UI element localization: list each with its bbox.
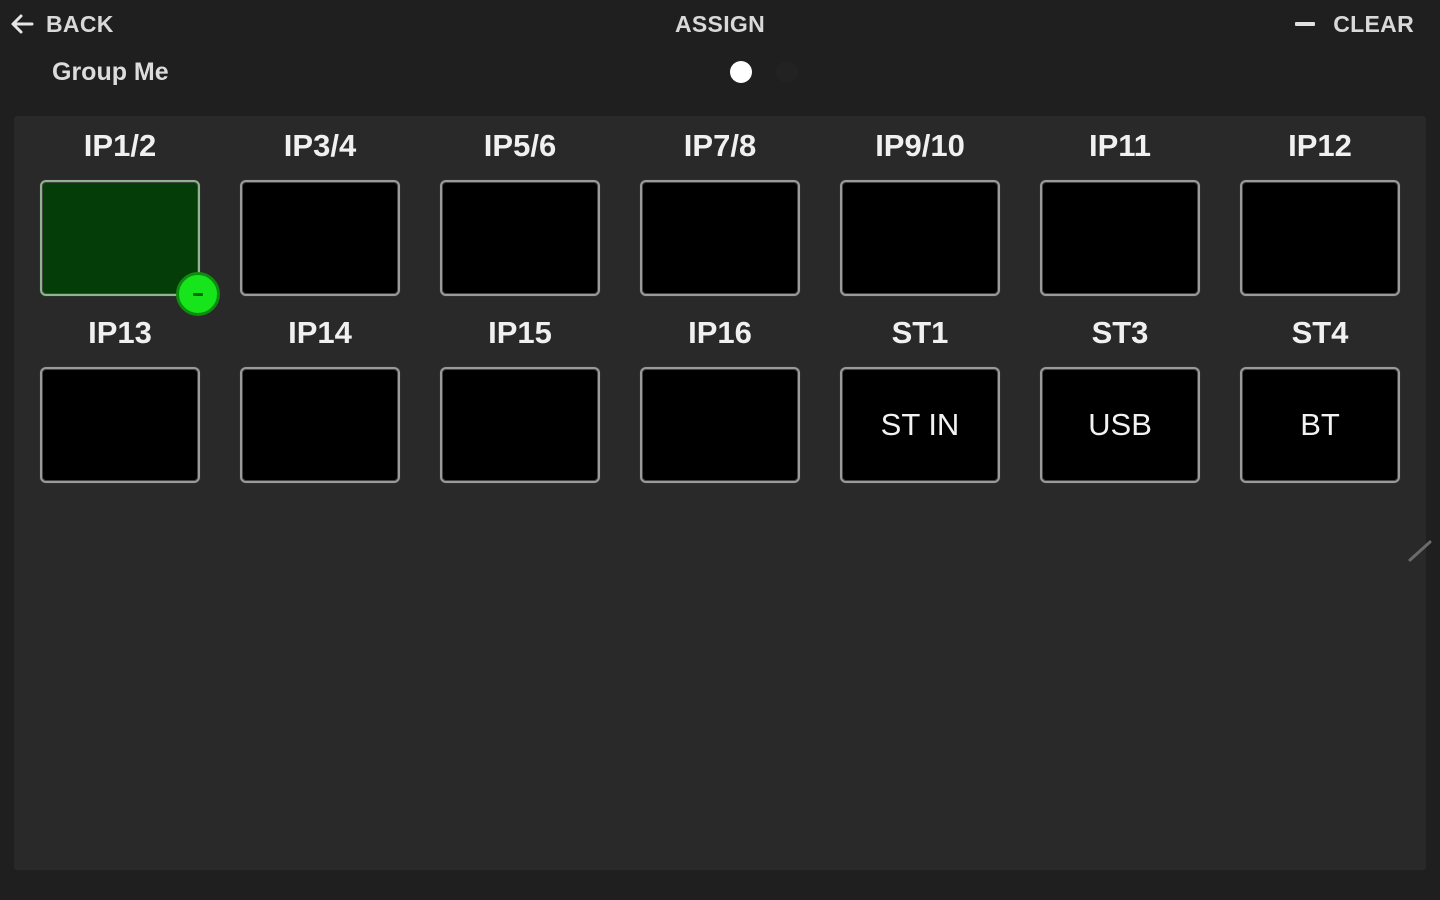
channel-pad[interactable]: BT: [1240, 367, 1400, 483]
page-indicator: [730, 61, 798, 83]
channel-cell: IP14: [238, 313, 402, 483]
channel-cell: IP11: [1038, 126, 1202, 296]
channel-pad[interactable]: USB: [1040, 367, 1200, 483]
channel-pad[interactable]: [1040, 180, 1200, 296]
channel-cell: IP13: [38, 313, 202, 483]
channel-pad[interactable]: [440, 180, 600, 296]
channel-cell: IP5/6: [438, 126, 602, 296]
channel-pad[interactable]: [840, 180, 1000, 296]
channel-pad-text: ST IN: [880, 407, 960, 442]
channel-pad[interactable]: [640, 180, 800, 296]
channel-cell: IP7/8: [638, 126, 802, 296]
channel-cell: IP9/10: [838, 126, 1002, 296]
clear-button[interactable]: CLEAR: [1295, 8, 1414, 40]
channel-pad[interactable]: [240, 180, 400, 296]
channel-label: IP15: [488, 315, 552, 350]
resize-handle-icon[interactable]: [1406, 536, 1434, 564]
page-dot-1[interactable]: [730, 61, 752, 83]
channel-cell: IP1/2: [38, 126, 220, 316]
page-title: ASSIGN: [675, 11, 765, 37]
channel-cell: IP15: [438, 313, 602, 483]
channel-label: IP9/10: [875, 128, 965, 163]
clear-label: CLEAR: [1333, 10, 1414, 37]
channel-label: IP5/6: [483, 128, 557, 163]
channel-cell: IP3/4: [238, 126, 402, 296]
channel-pad[interactable]: [240, 367, 400, 483]
channel-label: IP12: [1288, 128, 1352, 163]
channel-pad-text: USB: [1088, 407, 1152, 442]
channel-label: ST1: [891, 315, 949, 350]
channel-pad[interactable]: [40, 367, 200, 483]
channel-grid: IP1/2 IP3/4 IP5/6 IP7/8 IP9/10 IP11 IP12 IP13 IP…: [14, 116, 1426, 870]
channel-label: IP16: [688, 315, 752, 350]
channel-cell: ST4 BT: [1238, 313, 1402, 483]
page-dot-2[interactable]: [776, 61, 798, 83]
channel-label: IP13: [88, 315, 152, 350]
channel-label: ST4: [1291, 315, 1349, 350]
channel-cell: ST3 USB: [1038, 313, 1202, 483]
channel-pad[interactable]: [40, 180, 220, 316]
channel-pad[interactable]: [1240, 180, 1400, 296]
channel-label: IP14: [288, 315, 352, 350]
channel-cell: IP12: [1238, 126, 1402, 296]
channel-label: IP1/2: [83, 128, 157, 163]
channel-cell: IP16: [638, 313, 802, 483]
channel-label: ST3: [1091, 315, 1149, 350]
channel-pad-text: BT: [1300, 407, 1340, 442]
minus-icon: [1295, 22, 1316, 26]
remove-icon[interactable]: [176, 272, 220, 316]
top-bar: BACK ASSIGN CLEAR Group Me: [0, 0, 1440, 116]
channel-cell: ST1 ST IN: [838, 313, 1002, 483]
channel-label: IP11: [1088, 128, 1152, 163]
remove-dash: [193, 292, 203, 296]
channel-label: IP3/4: [283, 128, 357, 163]
channel-pad[interactable]: [640, 367, 800, 483]
channel-label: IP7/8: [683, 128, 757, 163]
channel-pad[interactable]: [440, 367, 600, 483]
channel-pad[interactable]: ST IN: [840, 367, 1000, 483]
group-name: Group Me: [52, 58, 169, 86]
